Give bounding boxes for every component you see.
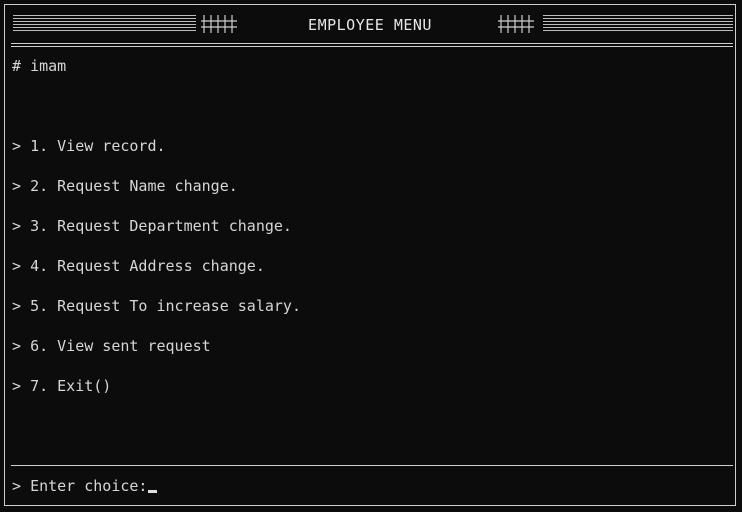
chevron-right-icon: > bbox=[12, 257, 22, 275]
menu-item-label: 7. Exit() bbox=[30, 377, 112, 395]
chevron-right-icon: > bbox=[12, 477, 22, 495]
choice-label: Enter choice: bbox=[30, 477, 148, 495]
prompt-hash: # bbox=[12, 57, 22, 75]
hash-fence-icon bbox=[201, 15, 237, 33]
chevron-right-icon: > bbox=[12, 297, 22, 315]
menu-item-label: 2. Request Name change. bbox=[30, 177, 238, 195]
menu-item-label: 6. View sent request bbox=[30, 337, 211, 355]
menu-item-request-department-change[interactable]: > 3. Request Department change. bbox=[12, 217, 292, 235]
header-hatch-right bbox=[543, 15, 733, 33]
console-window: EMPLOYEE MENU # imam > 1. View record. >… bbox=[4, 4, 736, 506]
menu-item-label: 4. Request Address change. bbox=[30, 257, 265, 275]
chevron-right-icon: > bbox=[12, 377, 22, 395]
chevron-right-icon: > bbox=[12, 137, 22, 155]
chevron-right-icon: > bbox=[12, 217, 22, 235]
choice-input[interactable]: > Enter choice: bbox=[12, 477, 158, 495]
menu-item-request-name-change[interactable]: > 2. Request Name change. bbox=[12, 177, 238, 195]
menu-item-label: 1. View record. bbox=[30, 137, 166, 155]
chevron-right-icon: > bbox=[12, 177, 22, 195]
menu-item-label: 3. Request Department change. bbox=[30, 217, 292, 235]
menu-item-request-address-change[interactable]: > 4. Request Address change. bbox=[12, 257, 265, 275]
page-title: EMPLOYEE MENU bbox=[308, 16, 432, 34]
header-divider bbox=[11, 43, 733, 47]
user-line: # imam bbox=[12, 57, 66, 75]
menu-item-request-salary-increase[interactable]: > 5. Request To increase salary. bbox=[12, 297, 301, 315]
text-cursor bbox=[148, 490, 158, 493]
menu-item-view-record[interactable]: > 1. View record. bbox=[12, 137, 166, 155]
header-hatch-left bbox=[13, 15, 196, 33]
menu-item-label: 5. Request To increase salary. bbox=[30, 297, 301, 315]
menu-item-view-sent-request[interactable]: > 6. View sent request bbox=[12, 337, 211, 355]
menu-item-exit[interactable]: > 7. Exit() bbox=[12, 377, 111, 395]
username: imam bbox=[30, 57, 67, 75]
chevron-right-icon: > bbox=[12, 337, 22, 355]
menu-header: EMPLOYEE MENU bbox=[5, 5, 735, 49]
hash-fence-icon bbox=[498, 15, 534, 33]
footer-divider bbox=[11, 465, 733, 466]
